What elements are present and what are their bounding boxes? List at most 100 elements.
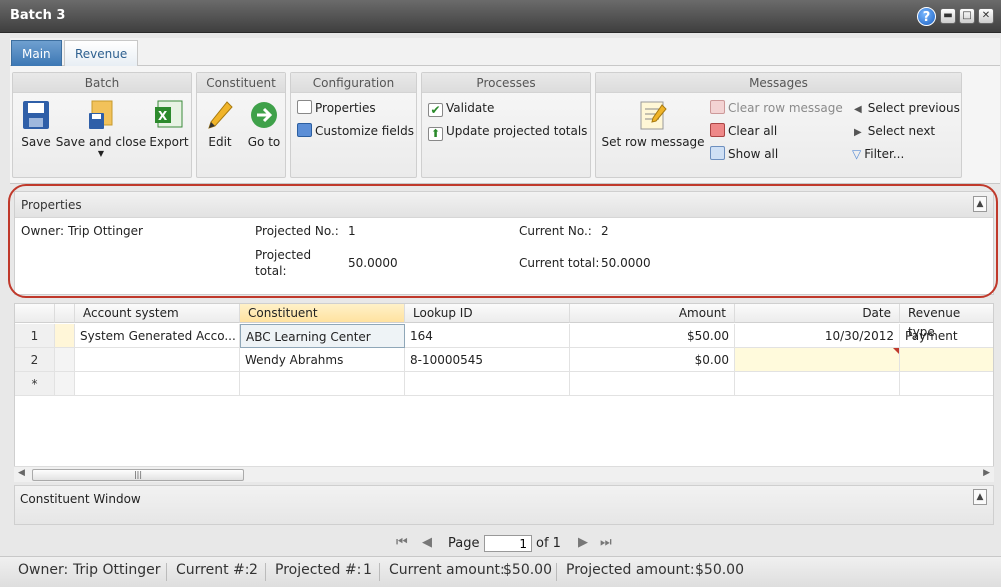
cell-account-system[interactable]: System Generated Acco... <box>75 324 240 348</box>
cell-date[interactable] <box>735 348 900 372</box>
eraser-icon <box>710 100 725 114</box>
status-projected-value: 1 <box>363 562 372 578</box>
cell-lookup-id[interactable]: 8-10000545 <box>405 348 570 372</box>
arrow-right-icon: ▶ <box>854 127 862 138</box>
window-titlebar: Batch 3 ? ▬ □ ✕ <box>0 0 1001 33</box>
export-label: Export <box>149 135 189 149</box>
status-owner-value: Trip Ottinger <box>73 562 161 578</box>
column-header-constituent[interactable]: Constituent <box>240 304 405 323</box>
status-divider <box>265 563 266 581</box>
column-header-account-system[interactable]: Account system <box>75 304 240 323</box>
new-row-marker[interactable]: * <box>15 372 55 396</box>
status-divider <box>556 563 557 581</box>
clear-all-button[interactable]: Clear all <box>710 122 777 140</box>
clear-row-message-button[interactable]: Clear row message <box>710 99 843 117</box>
excel-icon: X <box>154 99 184 131</box>
cell-lookup-id[interactable]: 164 <box>405 324 570 348</box>
show-all-label: Show all <box>728 147 779 161</box>
save-and-close-button[interactable]: Save and close ▼ <box>55 99 147 159</box>
cell-amount[interactable]: $0.00 <box>570 348 735 372</box>
tab-bar: Main Revenue <box>10 38 1000 66</box>
cell-amount[interactable] <box>570 372 735 396</box>
next-page-icon[interactable]: ▶ <box>578 535 588 550</box>
validate-button[interactable]: ✔ Validate <box>428 99 494 117</box>
save-button[interactable]: Save <box>18 99 54 149</box>
page-number-input[interactable] <box>484 535 532 552</box>
update-projected-totals-button[interactable]: ⬆ Update projected totals <box>428 122 588 141</box>
help-icon[interactable]: ? <box>917 7 936 26</box>
tab-revenue[interactable]: Revenue <box>64 40 139 66</box>
cell-constituent[interactable]: ABC Learning Center <box>240 324 405 348</box>
customize-fields-button[interactable]: Customize fields <box>297 122 414 140</box>
properties-button[interactable]: Properties <box>297 99 376 117</box>
column-header-date[interactable]: Date <box>735 304 900 323</box>
scroll-left-icon[interactable]: ◀ <box>18 468 25 478</box>
magnifier-icon <box>710 146 725 160</box>
group-title: Batch <box>13 73 191 93</box>
row-number[interactable]: 2 <box>15 348 55 372</box>
cell-revenue-type[interactable] <box>900 372 993 396</box>
svg-text:X: X <box>158 109 168 123</box>
constituent-window-title: Constituent Window <box>20 492 141 506</box>
cell-date[interactable] <box>735 372 900 396</box>
tab-main[interactable]: Main <box>11 40 62 66</box>
show-all-button[interactable]: Show all <box>710 145 778 163</box>
select-previous-button[interactable]: ◀ Select previous <box>854 99 960 117</box>
select-previous-label: Select previous <box>867 101 960 115</box>
edit-button[interactable]: Edit <box>203 99 237 149</box>
cell-amount[interactable]: $50.00 <box>570 324 735 348</box>
ribbon: Batch Save Save and close ▼ X Export Con… <box>10 66 1000 184</box>
update-projected-totals-label: Update projected totals <box>446 124 588 138</box>
go-arrow-icon <box>249 99 279 131</box>
scroll-thumb[interactable]: ||| <box>32 469 244 481</box>
last-page-icon[interactable]: ⏭ <box>600 535 612 550</box>
group-title: Configuration <box>291 73 416 93</box>
column-header-lookup-id[interactable]: Lookup ID <box>405 304 570 323</box>
row-number-header <box>15 304 55 323</box>
highlight-outline <box>8 184 998 298</box>
status-current-value: 2 <box>249 562 258 578</box>
expand-constituent-window-icon[interactable]: ▲ <box>973 489 987 505</box>
cell-constituent[interactable]: Wendy Abrahms <box>240 348 405 372</box>
maximize-button[interactable]: □ <box>959 8 975 24</box>
error-marker-icon <box>893 348 899 354</box>
status-divider <box>379 563 380 581</box>
previous-page-icon[interactable]: ◀ <box>422 535 432 550</box>
set-row-message-button[interactable]: Set row message <box>600 99 706 149</box>
status-projected-amount-value: $50.00 <box>695 562 744 578</box>
window-title: Batch 3 <box>10 8 66 23</box>
clear-all-label: Clear all <box>728 124 778 138</box>
cell-revenue-type[interactable] <box>900 348 993 372</box>
constituent-window-panel: Constituent Window ▲ <box>14 485 994 525</box>
dropdown-arrow-icon[interactable]: ▼ <box>55 149 147 159</box>
horizontal-scrollbar[interactable]: ◀ ||| ▶ <box>14 466 994 482</box>
scroll-right-icon[interactable]: ▶ <box>983 468 990 478</box>
properties-label: Properties <box>315 101 376 115</box>
status-current-label: Current #: <box>176 562 250 578</box>
properties-icon <box>297 100 312 114</box>
filter-label: Filter... <box>864 147 905 161</box>
cell-constituent[interactable] <box>240 372 405 396</box>
cell-account-system[interactable] <box>75 348 240 372</box>
row-number[interactable]: 1 <box>15 324 55 348</box>
save-and-close-icon <box>86 99 116 131</box>
go-to-button[interactable]: Go to <box>245 99 283 149</box>
column-header-amount[interactable]: Amount <box>570 304 735 323</box>
filter-button[interactable]: ▽ Filter... <box>852 145 904 163</box>
close-button[interactable]: ✕ <box>978 8 994 24</box>
ribbon-group-messages: Messages Set row message Clear row messa… <box>595 72 962 178</box>
status-projected-amount-label: Projected amount: <box>566 562 695 578</box>
export-button[interactable]: X Export <box>149 99 189 149</box>
set-row-message-label: Set row message <box>601 135 705 149</box>
minimize-button[interactable]: ▬ <box>940 8 956 24</box>
cell-revenue-type[interactable]: Payment <box>900 324 993 348</box>
select-next-button[interactable]: ▶ Select next <box>854 122 935 140</box>
row-selector[interactable] <box>55 324 75 348</box>
cell-account-system[interactable] <box>75 372 240 396</box>
row-selector[interactable] <box>55 348 75 372</box>
cell-lookup-id[interactable] <box>405 372 570 396</box>
column-header-revenue-type[interactable]: Revenue type <box>900 304 993 339</box>
first-page-icon[interactable]: ⏮ <box>396 535 408 550</box>
cell-date[interactable]: 10/30/2012 <box>735 324 900 348</box>
row-selector[interactable] <box>55 372 75 396</box>
